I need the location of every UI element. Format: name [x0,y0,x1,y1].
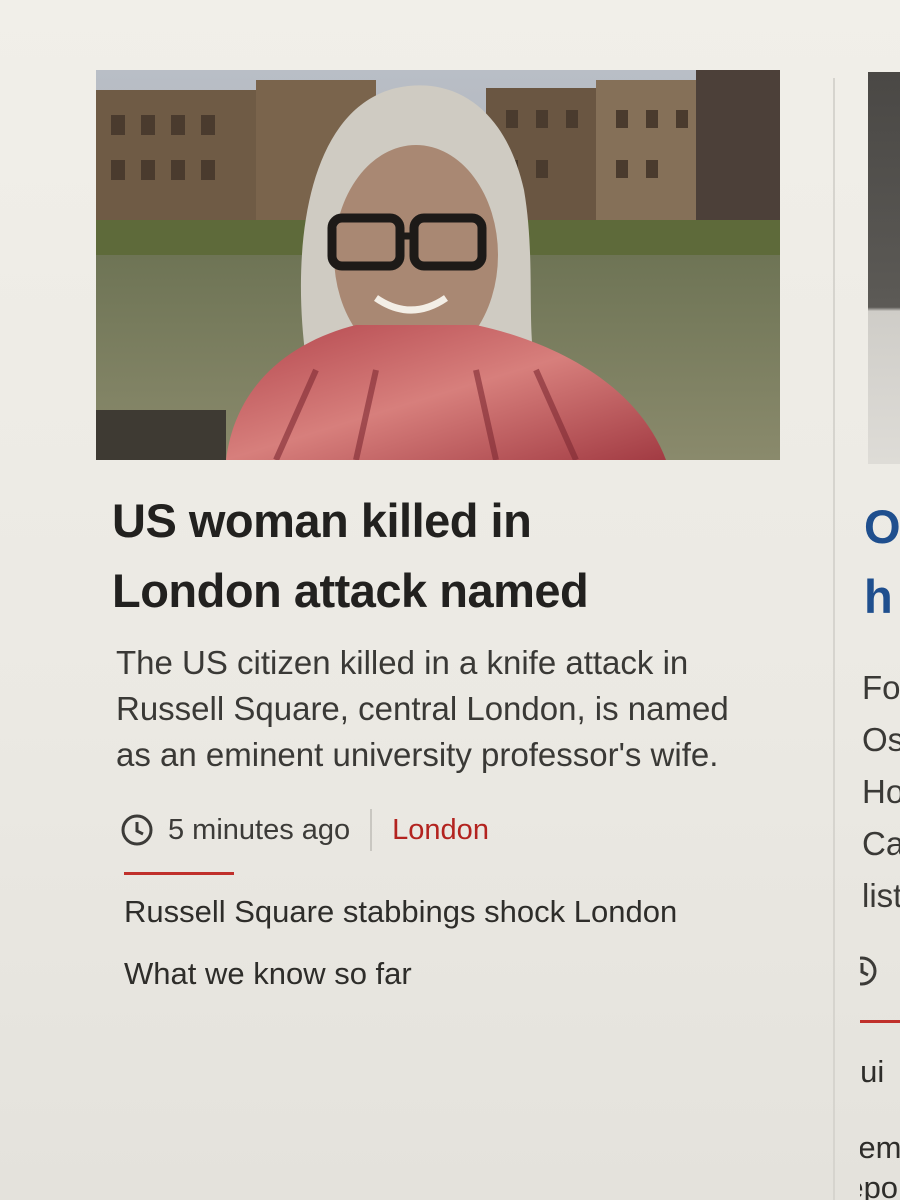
meta-divider [370,809,373,851]
side-story-image[interactable] [868,72,900,464]
side-related-link-1[interactable]: Gui [860,1054,884,1089]
story-card-main[interactable]: US woman killed in London attack named T… [96,70,786,1015]
side-summary-line: Ca [862,825,900,862]
side-story-headline[interactable]: O h [864,492,900,632]
news-page: US woman killed in London attack named T… [0,0,900,1200]
clock-icon [120,813,154,847]
story-card-side[interactable]: O h Fo Os Ho Ca list. Gui Rem repo [860,0,900,1200]
side-summary-line: list. [862,877,900,914]
column-divider [833,78,835,1200]
side-headline-line-1[interactable]: O [864,500,900,553]
related-link-stabbings[interactable]: Russell Square stabbings shock London [124,891,724,933]
side-story-summary: Fo Os Ho Ca list. [862,662,900,922]
story-timestamp: 5 minutes ago [168,813,351,846]
story-photo [96,70,780,460]
side-related-links: Gui Rem repo [860,1052,900,1200]
side-headline-line-2[interactable]: h [864,570,893,623]
related-links: Russell Square stabbings shock London Wh… [124,891,724,995]
side-summary-line: Os [862,721,900,758]
story-image[interactable] [96,70,780,460]
section-link-london[interactable]: London [392,814,489,847]
headline-line-2[interactable]: London attack named [112,564,589,617]
side-summary-line: Ho [862,773,900,810]
headline-line-1[interactable]: US woman killed in [112,494,532,547]
side-related-link-2-cont[interactable]: repo [860,1170,898,1200]
related-link-what-we-know[interactable]: What we know so far [124,953,724,995]
side-summary-line: Fo [862,669,900,706]
story-meta: 5 minutes ago London [120,808,786,852]
side-related-link-2[interactable]: Rem [860,1130,900,1165]
side-related-divider [860,1020,900,1023]
related-divider [124,872,234,875]
story-headline[interactable]: US woman killed in London attack named [112,486,752,626]
story-summary: The US citizen killed in a knife attack … [116,644,729,773]
clock-icon [860,956,877,986]
